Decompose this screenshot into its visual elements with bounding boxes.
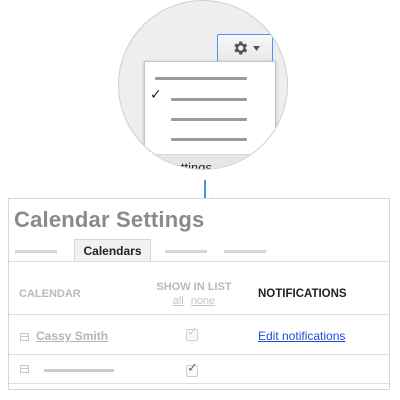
calendar-settings-panel: Calendar Settings Calendars CALENDAR SHO… <box>8 198 390 390</box>
tab-placeholder-3[interactable] <box>224 250 266 253</box>
menu-item-placeholder-4[interactable] <box>171 138 247 141</box>
calendar-icon <box>20 365 29 373</box>
tab-calendars[interactable]: Calendars <box>74 239 151 261</box>
tab-placeholder-1[interactable] <box>15 250 57 253</box>
show-none-link[interactable]: none <box>191 295 215 307</box>
settings-dropdown-menu: ✓ Settings <box>144 61 276 169</box>
checkmark-icon: ✓ <box>187 325 198 340</box>
calendar-name-link[interactable]: Cassy Smith <box>36 329 108 343</box>
menu-item-placeholder-2[interactable] <box>171 98 247 101</box>
show-in-list-checkbox[interactable]: ✓ <box>186 361 198 377</box>
header-divider <box>9 314 389 315</box>
tabs-divider <box>9 261 389 262</box>
magnifier-callout: ✓ Settings <box>118 0 288 170</box>
gear-icon <box>233 41 247 55</box>
show-all-link[interactable]: all <box>173 295 184 307</box>
show-in-list-links: all none <box>154 295 234 307</box>
settings-gear-button[interactable] <box>217 34 273 62</box>
calendar-name-placeholder <box>44 369 114 372</box>
column-header-show-in-list: SHOW IN LIST <box>156 281 232 293</box>
tab-placeholder-2[interactable] <box>165 250 207 253</box>
menu-item-placeholder-3[interactable] <box>171 118 247 121</box>
column-header-notifications: NOTIFICATIONS <box>258 288 347 300</box>
menu-item-settings[interactable]: Settings <box>145 154 275 169</box>
page-title: Calendar Settings <box>14 207 205 232</box>
checkmark-icon: ✓ <box>150 87 162 103</box>
column-header-calendar: CALENDAR <box>19 288 81 300</box>
edit-notifications-link[interactable]: Edit notifications <box>258 329 345 343</box>
checkmark-icon: ✓ <box>187 361 198 376</box>
caret-down-icon <box>252 45 260 51</box>
row-divider <box>9 383 389 384</box>
row-divider <box>9 354 389 355</box>
show-in-list-checkbox[interactable]: ✓ <box>186 325 198 341</box>
calendar-icon <box>20 333 29 341</box>
menu-item-placeholder-1[interactable] <box>155 77 247 80</box>
